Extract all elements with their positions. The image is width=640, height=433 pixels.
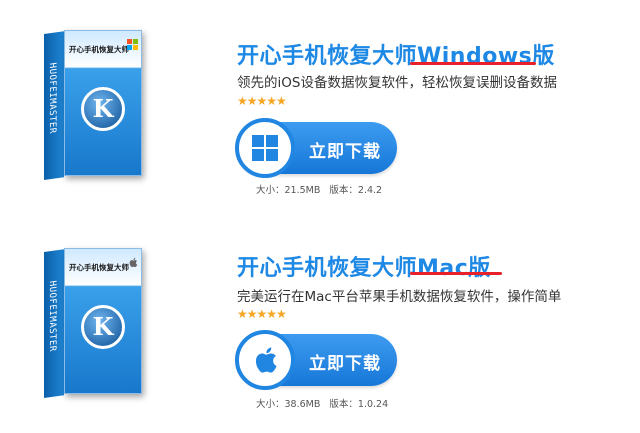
product-title[interactable]: 开心手机恢复大师Mac版	[237, 250, 491, 282]
product-box-image[interactable]: HUOFEIMASTER 开心手机恢复大师 K	[44, 248, 142, 398]
k-logo-icon: K	[81, 305, 125, 349]
apple-small-icon	[128, 257, 138, 271]
rating-stars: ★★★★★	[237, 307, 287, 321]
apple-icon	[235, 330, 295, 390]
box-front: 开心手机恢复大师 K	[64, 30, 142, 176]
product-card-windows: HUOFEIMASTER 开心手机恢复大师 K 开心手机恢复大师Windows版…	[0, 0, 640, 200]
product-box-image[interactable]: HUOFEIMASTER 开心手机恢复大师 K	[44, 30, 142, 181]
box-spine: HUOFEIMASTER	[44, 31, 64, 181]
box-spine: HUOFEIMASTER	[44, 249, 64, 398]
box-title: 开心手机恢复大师	[69, 263, 129, 272]
box-title: 开心手机恢复大师	[69, 45, 129, 54]
product-description: 完美运行在Mac平台苹果手机数据恢复软件，操作简单	[237, 289, 562, 305]
box-front: 开心手机恢复大师 K	[64, 248, 142, 394]
download-label: 立即下载	[309, 354, 381, 374]
product-description: 领先的iOS设备数据恢复软件，轻松恢复误删设备数据	[237, 75, 557, 91]
product-title[interactable]: 开心手机恢复大师Windows版	[237, 38, 555, 70]
windows-icon	[235, 118, 295, 178]
k-logo-icon: K	[81, 87, 125, 131]
product-card-mac: HUOFEIMASTER 开心手机恢复大师 K 开心手机恢复大师Mac版 完美运…	[0, 218, 640, 418]
rating-stars: ★★★★★	[237, 94, 287, 108]
box-spine-text: HUOFEIMASTER	[47, 280, 57, 353]
file-meta: 大小：21.5MB 版本：2.4.2	[256, 182, 382, 196]
file-meta: 大小：38.6MB 版本：1.0.24	[256, 396, 388, 410]
file-version: 版本：1.0.24	[329, 399, 389, 410]
file-size: 大小：38.6MB	[256, 399, 321, 410]
download-button-mac[interactable]: 立即下载	[235, 330, 397, 390]
download-button-windows[interactable]: 立即下载	[235, 118, 397, 178]
file-version: 版本：2.4.2	[329, 185, 383, 196]
title-underline	[410, 272, 502, 275]
title-underline	[410, 62, 536, 65]
download-label: 立即下载	[309, 142, 381, 162]
file-size: 大小：21.5MB	[256, 185, 321, 196]
box-spine-text: HUOFEIMASTER	[47, 62, 57, 135]
windows-flag-icon	[127, 39, 138, 53]
